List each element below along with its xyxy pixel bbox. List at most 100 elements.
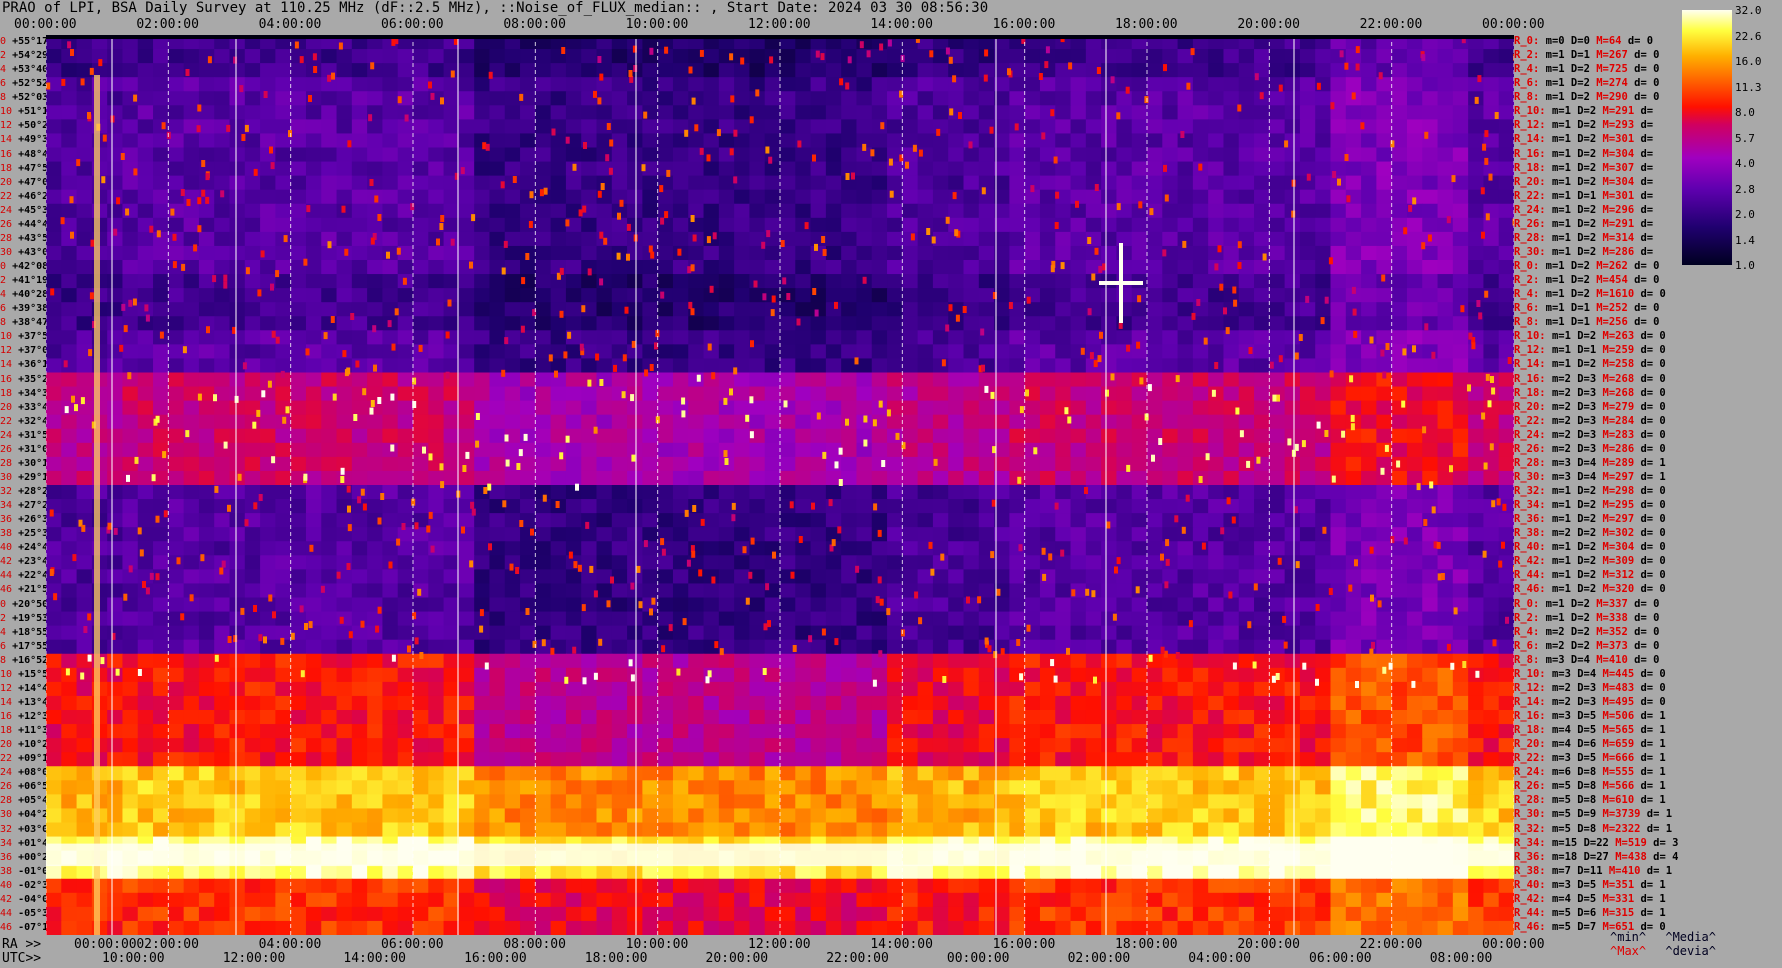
heatmap-cell [672, 639, 689, 655]
heatmap-cell [902, 597, 919, 613]
heatmap-cell [1192, 485, 1209, 500]
heatmap-cell [229, 653, 246, 669]
heatmap-cell [764, 681, 781, 697]
heatmap-cell [443, 133, 460, 149]
heatmap-cell [382, 541, 399, 556]
heatmap-cell [1147, 358, 1163, 374]
heatmap-cell [657, 428, 674, 444]
heatmap-cell [1116, 653, 1133, 669]
heatmap-cell [550, 358, 567, 374]
dec-row-index: 24 [0, 429, 13, 441]
heatmap-cell [1131, 63, 1148, 78]
heatmap-cell [1406, 583, 1423, 599]
heatmap-cell [841, 456, 858, 472]
heatmap-cell [887, 681, 903, 697]
heatmap-cell [841, 583, 858, 599]
heatmap-cell [718, 302, 735, 317]
heatmap-cell [290, 288, 307, 303]
heatmap-cell [168, 625, 185, 641]
heatmap-cell [46, 541, 62, 556]
heatmap-cell [795, 49, 812, 64]
heatmap-cell [825, 400, 842, 416]
heatmap-cell [1039, 217, 1056, 233]
heatmap-cell [367, 428, 384, 444]
heatmap-cell [122, 231, 139, 247]
heatmap-cell [1483, 597, 1500, 613]
heatmap-cell [978, 274, 995, 289]
heatmap-cell [46, 119, 62, 135]
heatmap-cell [932, 302, 949, 317]
heatmap-cell [1162, 541, 1179, 556]
heatmap-cell [61, 442, 78, 458]
heatmap-cell [1361, 611, 1377, 627]
heatmap-cell [917, 330, 934, 345]
heatmap-cell [107, 470, 124, 486]
heatmap-cell [168, 330, 185, 345]
heatmap-cell [1361, 583, 1377, 599]
heatmap-cell [596, 470, 613, 486]
heatmap-cell [413, 161, 429, 177]
heatmap-cell [1147, 203, 1163, 219]
heatmap-cell [474, 288, 491, 303]
heatmap-cell [153, 681, 169, 697]
heatmap-cell [1116, 667, 1133, 683]
heatmap-cell [1315, 203, 1332, 219]
heatmap-cell [153, 358, 169, 374]
heatmap-cell [1039, 611, 1056, 627]
heatmap-cell [428, 639, 445, 655]
heatmap-cell [244, 583, 261, 599]
heatmap-cell [718, 161, 735, 177]
heatmap-cell [1147, 569, 1163, 585]
heatmap-cell [168, 639, 185, 655]
heatmap-cell [902, 175, 919, 191]
heatmap-cell [367, 274, 384, 289]
heatmap-cell [107, 695, 124, 711]
heatmap-cell [825, 456, 842, 472]
heatmap-cell [275, 63, 292, 78]
heatmap-cell [1269, 147, 1286, 163]
heatmap-cell [489, 470, 506, 486]
heatmap-cell [474, 245, 491, 261]
heatmap-cell [367, 442, 384, 458]
heatmap-cell [229, 49, 246, 64]
heatmap-cell [214, 695, 231, 711]
heatmap-cell [780, 217, 796, 233]
dec-row-index: 40 [0, 542, 13, 554]
heatmap-cell [871, 724, 888, 739]
heatmap-cell [290, 133, 307, 149]
heatmap-cell [596, 260, 613, 275]
heatmap-cell [1468, 583, 1485, 599]
heatmap-cell [1391, 470, 1408, 486]
heatmap-cell [1162, 147, 1179, 163]
heatmap-cell [581, 695, 598, 711]
heatmap-cell [153, 260, 169, 275]
heatmap-cell [443, 217, 460, 233]
heatmap-cell [1162, 203, 1179, 219]
heatmap-cell [1330, 189, 1347, 205]
heatmap-cell [1452, 217, 1469, 233]
heatmap-cell [611, 724, 628, 739]
heatmap-cell [443, 724, 460, 739]
heatmap-cell [611, 288, 628, 303]
heatmap-cell [657, 597, 674, 613]
heatmap-cell [1085, 105, 1102, 120]
heatmap-cell [917, 217, 934, 233]
heatmap-cell [183, 639, 200, 655]
heatmap-cell [550, 667, 567, 683]
heatmap-cell [1039, 288, 1056, 303]
heatmap-cell [718, 625, 735, 641]
heatmap-cell [703, 695, 720, 711]
heatmap-cell [1376, 569, 1393, 585]
heatmap-cell [810, 667, 827, 683]
heatmap-cell [703, 49, 720, 64]
heatmap-cell [474, 569, 491, 585]
heatmap-cell [1254, 442, 1270, 458]
heatmap-cell [1024, 260, 1041, 275]
heatmap-cell [565, 625, 582, 641]
heatmap-cell [122, 77, 139, 92]
heatmap-cell [61, 105, 78, 120]
heatmap-cell [443, 470, 460, 486]
heatmap-cell [1131, 527, 1148, 542]
dec-row-index: 36 [0, 851, 13, 863]
heatmap-cell [458, 77, 475, 92]
